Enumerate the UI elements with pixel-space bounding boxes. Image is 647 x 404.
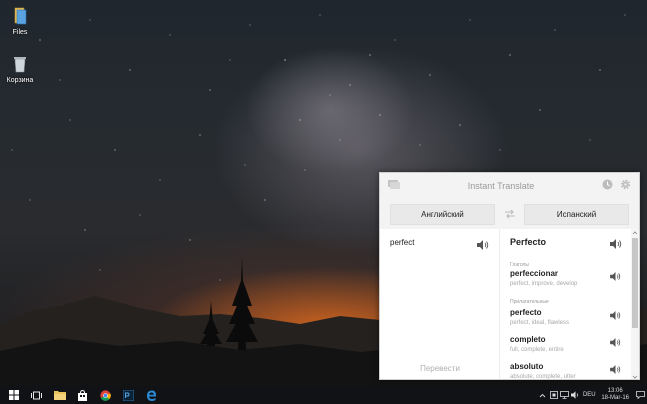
translation-result-pane: Perfecto Глаголы perfeccionar perfect, i… [500,229,639,380]
scroll-up-arrow-icon[interactable] [632,230,638,236]
desktop-icon-label: Files [12,29,28,36]
translation-entry-word[interactable]: completo [510,335,546,344]
desktop-icon-label: Корзина [6,77,34,84]
translation-entry-synonyms: perfect, improve, develop [510,281,578,287]
scroll-thumb[interactable] [632,238,638,328]
speaker-icon[interactable] [610,268,621,286]
taskbar-chrome[interactable] [94,386,117,404]
taskbar-file-explorer[interactable] [48,386,71,404]
speaker-icon[interactable] [610,334,621,352]
part-of-speech-label: Прилагательные [510,299,549,305]
photoshop-icon [123,389,134,401]
chat-bubbles-icon[interactable] [388,177,400,195]
language-selector-bar: Английский Испанский [380,199,639,229]
recycle-bin-icon [10,54,30,74]
edge-browser-icon [147,390,156,401]
window-header: Instant Translate [380,173,639,199]
store-bag-icon [78,389,87,401]
notification-icon [635,391,645,399]
speaker-icon[interactable] [610,236,622,254]
translation-entry-word[interactable]: absoluto [510,362,543,371]
action-center-button[interactable] [633,386,647,404]
speaker-icon[interactable] [610,307,621,325]
swap-languages-icon[interactable] [503,209,516,219]
volume-icon[interactable] [570,386,581,404]
desktop-icon-recycle-bin[interactable]: Корзина [0,54,40,84]
instant-translate-window: Instant Translate Английский Испанский p… [379,172,640,380]
main-translation: Perfecto [510,237,547,247]
translation-entry-synonyms: absolute, complete, utter [510,374,576,380]
start-button[interactable] [2,386,25,404]
window-title: Instant Translate [467,181,535,191]
results-scrollbar[interactable] [631,229,639,380]
source-text[interactable]: perfect [390,238,414,247]
system-clock[interactable]: 13:06 18-Mar-16 [597,388,633,402]
task-view-button[interactable] [25,386,48,404]
part-of-speech-label: Глаголы [510,262,530,268]
clock-date: 18-Mar-16 [601,395,629,401]
folder-icon [10,6,30,26]
taskbar: DEU 13:06 18-Mar-16 [0,386,647,404]
speaker-icon[interactable] [610,361,621,379]
tray-overflow-chevron-icon[interactable] [537,386,548,404]
windows-logo-icon [8,390,19,400]
translation-entry-word[interactable]: perfeccionar [510,269,558,278]
file-explorer-icon [53,391,66,400]
scroll-down-arrow-icon[interactable] [632,374,638,380]
tray-app-icon[interactable] [548,386,559,404]
translation-entry-synonyms: perfect, ideal, flawless [510,320,570,326]
settings-gear-icon[interactable] [620,177,631,195]
target-language-button[interactable]: Испанский [524,203,629,225]
network-icon[interactable] [559,386,570,404]
taskbar-photoshop[interactable] [117,386,140,404]
source-language-button[interactable]: Английский [390,203,495,225]
translation-entry-synonyms: full, complete, entire [510,347,564,353]
input-language-indicator[interactable]: DEU [581,386,597,404]
source-text-pane[interactable]: perfect Перевести [380,229,500,379]
speaker-icon[interactable] [477,237,489,255]
desktop-icon-files[interactable]: Files [0,6,40,36]
system-tray: DEU 13:06 18-Mar-16 [537,386,647,404]
history-clock-icon[interactable] [602,177,613,195]
task-view-icon [31,391,42,399]
taskbar-store[interactable] [71,386,94,404]
clock-time: 13:06 [607,388,623,394]
chrome-icon [100,389,111,401]
taskbar-edge[interactable] [140,386,163,404]
translation-entry-word[interactable]: perfecto [510,308,542,317]
translate-button[interactable]: Перевести [380,364,500,373]
